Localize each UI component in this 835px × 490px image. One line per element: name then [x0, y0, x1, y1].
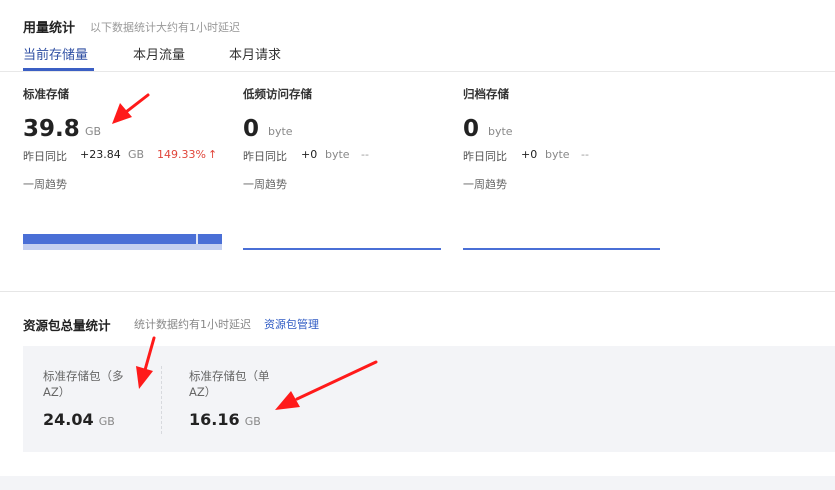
- page-title: 用量统计: [23, 21, 76, 36]
- metric-value-infrequent: 0: [243, 116, 260, 142]
- compare-percent-empty: --: [361, 148, 369, 161]
- compare-delta: +0: [301, 148, 318, 161]
- sparkline-baseline: [463, 248, 660, 250]
- up-arrow-icon: ↑: [207, 148, 218, 161]
- sparkline-baseline: [243, 248, 441, 250]
- compare-unit: GB: [128, 148, 145, 161]
- sparkline-archive: [463, 248, 660, 250]
- package-value: 16.16: [189, 410, 240, 429]
- compare-percent: 149.33% ↑: [157, 148, 217, 161]
- metric-value-standard: 39.8: [23, 116, 80, 142]
- metric-value-archive: 0: [463, 116, 480, 142]
- package-management-link[interactable]: 资源包管理: [264, 316, 319, 332]
- section-divider: [0, 291, 835, 292]
- metric-label-standard: 标准存储: [23, 87, 69, 101]
- package-amount-single-az: 16.16 GB: [189, 410, 261, 429]
- sparkline-standard: [23, 234, 222, 250]
- package-label-single-az: 标准存储包（单AZ）: [189, 369, 270, 399]
- compare-unit: byte: [545, 148, 570, 161]
- compare-delta: +23.84: [80, 148, 121, 161]
- sparkline-gap: [196, 234, 198, 244]
- trend-label: 一周趋势: [23, 178, 67, 191]
- metric-unit-infrequent: byte: [268, 125, 293, 138]
- delay-note: 以下数据统计大约有1小时延迟: [90, 21, 240, 34]
- package-amount-multi-az: 24.04 GB: [43, 410, 115, 429]
- metric-unit-archive: byte: [488, 125, 513, 138]
- tab-monthly-traffic[interactable]: 本月流量: [133, 44, 185, 63]
- package-panel: [23, 346, 835, 452]
- package-unit: GB: [244, 415, 261, 428]
- metric-unit-standard: GB: [85, 125, 102, 138]
- trend-label: 一周趋势: [463, 178, 507, 191]
- package-separator: [161, 366, 162, 434]
- compare-delta: +0: [521, 148, 538, 161]
- annotation-arrow-icon: [112, 93, 150, 124]
- sparkline-fill: [23, 234, 222, 244]
- package-delay-note: 统计数据约有1小时延迟: [134, 318, 251, 331]
- tabs-divider: [0, 71, 835, 72]
- compare-label: 昨日同比: [243, 150, 287, 163]
- metric-label-archive: 归档存储: [463, 87, 509, 101]
- compare-label: 昨日同比: [463, 150, 507, 163]
- package-label-multi-az: 标准存储包（多AZ）: [43, 369, 124, 399]
- compare-percent-empty: --: [581, 148, 589, 161]
- sparkline-infrequent: [243, 248, 441, 250]
- compare-unit: byte: [325, 148, 350, 161]
- package-unit: GB: [98, 415, 115, 428]
- package-section-title: 资源包总量统计: [23, 318, 111, 333]
- tab-current-storage[interactable]: 当前存储量: [23, 44, 88, 63]
- tab-monthly-requests[interactable]: 本月请求: [229, 44, 281, 63]
- metric-label-infrequent: 低频访问存储: [243, 87, 312, 101]
- compare-percent-value: 149.33%: [157, 148, 206, 161]
- sparkline-base: [23, 244, 222, 250]
- trend-label: 一周趋势: [243, 178, 287, 191]
- bottom-band: [0, 476, 835, 490]
- package-value: 24.04: [43, 410, 94, 429]
- compare-label: 昨日同比: [23, 150, 67, 163]
